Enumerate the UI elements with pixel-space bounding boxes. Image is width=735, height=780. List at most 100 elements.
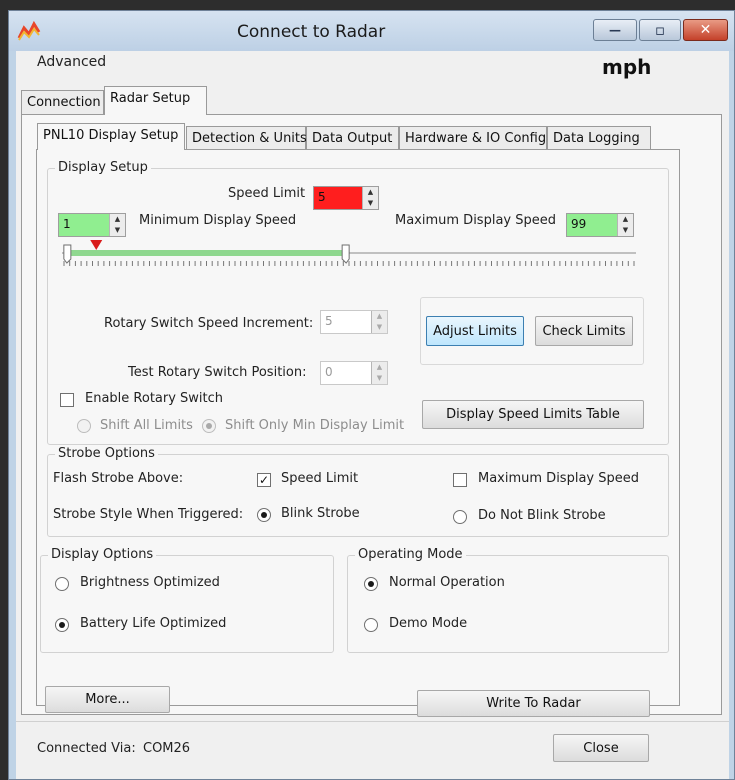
brightness-optimized-label: Brightness Optimized [80,575,220,590]
strobe-max-display-label: Maximum Display Speed [478,471,639,486]
max-display-speed-label: Maximum Display Speed [395,213,556,228]
speed-limit-value[interactable]: 5 [314,187,362,209]
write-to-radar-button[interactable]: Write To Radar [417,690,650,717]
enable-rotary-label: Enable Rotary Switch [85,391,224,406]
shift-all-label: Shift All Limits [100,418,193,433]
connected-port-value: COM26 [143,741,191,756]
pnl10-display-setup-panel: Display Setup Speed Limit 5 ▲ ▼ 1 ▲ ▼ Mini… [36,149,680,706]
test-position-label: Test Rotary Switch Position: [128,365,307,380]
strobe-speed-limit-label: Speed Limit [281,471,359,486]
tab-data-logging-label: Data Logging [553,131,640,146]
tab-detection-units[interactable]: Detection & Units [186,126,307,150]
close-icon: ✕ [699,22,712,38]
spin-down-icon[interactable]: ▼ [363,198,378,209]
tab-hardware-io-config[interactable]: Hardware & IO Config [399,126,547,150]
tab-connection[interactable]: Connection [21,90,104,114]
check-limits-button[interactable]: Check Limits [535,316,633,346]
strobe-options-group: Strobe Options Flash Strobe Above: ✓ Spe… [47,446,669,537]
battery-life-optimized-radio[interactable] [55,618,69,632]
max-display-speed-stepper[interactable]: 99 ▲ ▼ [566,213,634,237]
rotary-increment-value[interactable]: 5 [321,311,371,333]
maximize-icon: ▫ [654,21,666,39]
radar-setup-panel: PNL10 Display Setup Detection & Units Da… [21,114,722,715]
display-setup-group: Display Setup Speed Limit 5 ▲ ▼ 1 ▲ ▼ Mini… [47,160,669,445]
slider-ticks [63,261,635,266]
menu-advanced[interactable]: Advanced [37,54,106,70]
spin-up-icon[interactable]: ▲ [618,214,633,225]
demo-mode-label: Demo Mode [389,616,468,631]
battery-life-optimized-label: Battery Life Optimized [80,616,227,631]
flash-strobe-label: Flash Strobe Above: [53,471,184,486]
display-options-group: Display Options Brightness Optimized Bat… [40,547,334,653]
adjust-limits-button[interactable]: Adjust Limits [426,316,524,346]
shift-all-radio[interactable] [77,419,91,433]
min-display-speed-label: Minimum Display Speed [139,213,297,228]
strobe-style-label: Strobe Style When Triggered: [53,507,244,522]
connect-to-radar-window: Connect to Radar — ▫ ✕ Advanced mph Conn… [8,10,735,780]
shift-min-label: Shift Only Min Display Limit [225,418,405,433]
tab-data-output-label: Data Output [312,131,393,146]
normal-operation-label: Normal Operation [389,575,505,590]
tab-connection-label: Connection [27,95,101,110]
tab-pnl10-label: PNL10 Display Setup [43,128,179,143]
tab-radar-setup[interactable]: Radar Setup [104,86,207,115]
spin-up-icon[interactable]: ▲ [372,311,387,322]
speed-limit-marker[interactable] [90,240,103,250]
min-speed-thumb[interactable] [63,244,72,264]
test-position-value[interactable]: 0 [321,362,371,384]
status-divider [16,721,729,722]
minimize-icon: — [609,23,621,37]
strobe-max-display-checkbox[interactable] [453,473,467,487]
close-window-button[interactable]: ✕ [683,19,728,41]
min-display-speed-value[interactable]: 1 [59,214,109,236]
blink-strobe-label: Blink Strobe [281,506,360,521]
spin-up-icon[interactable]: ▲ [110,214,125,225]
operating-mode-title: Operating Mode [355,547,466,562]
title-bar[interactable]: Connect to Radar — ▫ ✕ [9,11,734,51]
test-position-stepper[interactable]: 0 ▲ ▼ [320,361,388,385]
no-blink-strobe-label: Do Not Blink Strobe [478,508,606,523]
tab-pnl10-display-setup[interactable]: PNL10 Display Setup [37,123,185,150]
tab-detection-units-label: Detection & Units [192,131,307,146]
spin-down-icon[interactable]: ▼ [110,225,125,236]
minimize-button[interactable]: — [593,19,637,41]
tab-data-logging[interactable]: Data Logging [547,126,651,150]
maximize-button[interactable]: ▫ [639,19,681,41]
max-display-speed-value[interactable]: 99 [567,214,617,236]
max-speed-thumb[interactable] [341,244,350,264]
demo-mode-radio[interactable] [364,618,378,632]
rotary-increment-label: Rotary Switch Speed Increment: [104,316,314,331]
tab-hardware-label: Hardware & IO Config [405,131,547,146]
brightness-optimized-radio[interactable] [55,577,69,591]
blink-strobe-radio[interactable] [257,508,271,522]
spin-up-icon[interactable]: ▲ [363,187,378,198]
close-button[interactable]: Close [553,734,649,762]
strobe-speed-limit-checkbox[interactable]: ✓ [257,473,271,487]
shift-min-radio[interactable] [202,419,216,433]
normal-operation-radio[interactable] [364,577,378,591]
more-button[interactable]: More... [45,686,170,713]
enable-rotary-checkbox[interactable] [60,393,74,407]
spin-down-icon[interactable]: ▼ [372,373,387,384]
spin-down-icon[interactable]: ▼ [618,225,633,236]
speed-range-slider[interactable] [60,239,638,279]
connected-via-label: Connected Via: [37,741,136,756]
window-client: Advanced mph Connection Radar Setup PNL1… [16,51,729,779]
units-label: mph [602,55,652,79]
no-blink-strobe-radio[interactable] [453,510,467,524]
spin-up-icon[interactable]: ▲ [372,362,387,373]
tab-data-output[interactable]: Data Output [306,126,399,150]
speed-limit-label: Speed Limit [228,186,306,201]
spin-down-icon[interactable]: ▼ [372,322,387,333]
speed-limit-stepper[interactable]: 5 ▲ ▼ [313,186,379,210]
display-setup-title: Display Setup [55,160,151,175]
display-speed-limits-table-button[interactable]: Display Speed Limits Table [422,400,644,429]
display-options-title: Display Options [48,547,157,562]
tab-radar-setup-label: Radar Setup [110,91,191,106]
slider-range-fill [66,250,347,256]
strobe-options-title: Strobe Options [55,446,158,461]
window-title: Connect to Radar [237,22,386,42]
min-display-speed-stepper[interactable]: 1 ▲ ▼ [58,213,126,237]
app-logo-icon [17,20,41,41]
rotary-increment-stepper[interactable]: 5 ▲ ▼ [320,310,388,334]
